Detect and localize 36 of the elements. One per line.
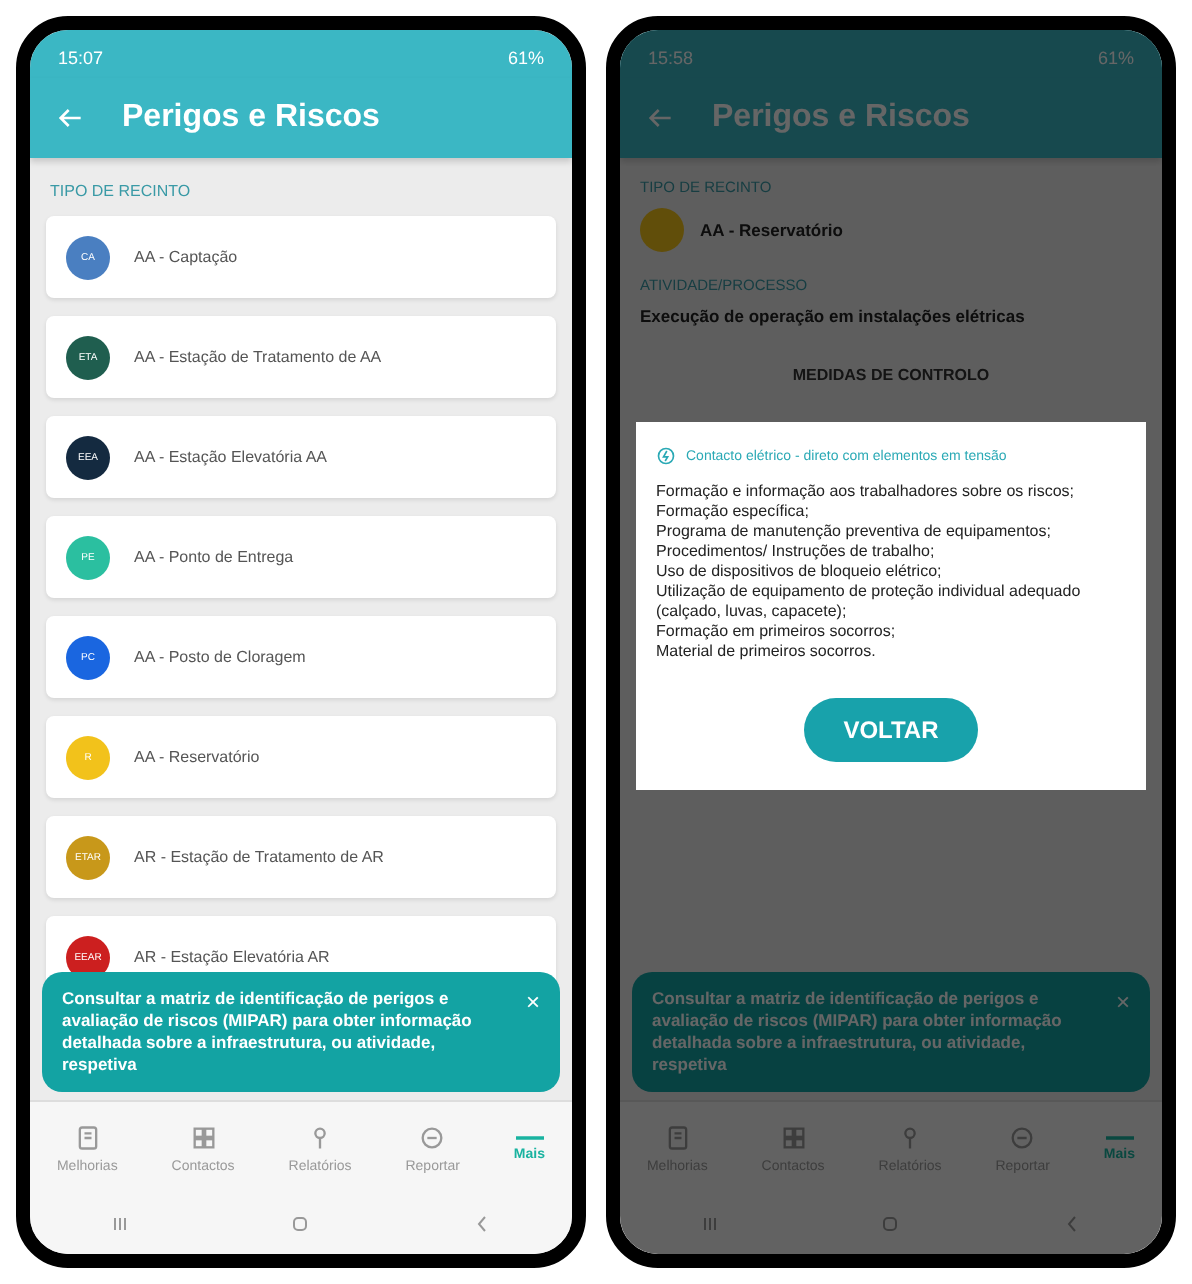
dialog-text-line: Uso de dispositivos de bloqueio elétrico; (656, 562, 944, 582)
dialog-text-line: Utilização de equipamento de proteção individual adequado (calçado, luvas, capacete); (656, 582, 1083, 622)
grid-icon (189, 1123, 218, 1151)
field-value: AA - Reservatório (700, 220, 843, 240)
status-time: 15:58 (648, 48, 694, 68)
banner-text: Consultar a matriz de identificação de perigos e avaliação de riscos (MIPAR) para obter informação detalhada sobre a infraestrutura, ou atividade, respetiva (652, 987, 1064, 1076)
bolt-icon (656, 446, 676, 466)
document-icon (663, 1123, 692, 1151)
dialog-text-line: Formação específica; (656, 502, 811, 522)
screen-title: Perigos e Riscos (122, 100, 380, 136)
item-label: AA - Captação (134, 248, 238, 266)
item-label: AA - Posto de Cloragem (134, 648, 306, 666)
screen-title: Perigos e Riscos (712, 100, 970, 136)
document-icon (73, 1123, 102, 1151)
item-label: AA - Reservatório (134, 748, 260, 766)
status-time: 15:07 (58, 48, 104, 68)
grid-icon (779, 1123, 808, 1151)
battery-level: 61% (507, 48, 544, 68)
dialog-text-line: Programa de manutenção preventiva de equipamentos; (656, 522, 1053, 542)
section-label: TIPO DE RECINTO (48, 180, 193, 204)
close-button[interactable]: × (1115, 987, 1130, 1016)
dialog-text-line: Formação em primeiros socorros; (656, 622, 898, 642)
battery-level: 61% (1097, 48, 1134, 68)
item-label: AR - Estação de Tratamento de AR (134, 848, 384, 866)
item-label: AA - Estação de Tratamento de AA (134, 348, 382, 366)
item-label: AA - Estação Elevatória AA (134, 448, 327, 466)
item-label: AR - Estação Elevatória AR (134, 948, 330, 966)
field-value: Execução de operação em instalações elétricas (640, 306, 1025, 326)
item-label: AA - Ponto de Entrega (134, 548, 294, 566)
section-title: MEDIDAS DE CONTROLO (790, 364, 992, 388)
dialog-text-line: Formação e informação aos trabalhadores sobre os riscos; (656, 482, 1076, 502)
dialog-text-line: Material de primeiros socorros. (656, 642, 878, 662)
home-icon[interactable] (288, 1212, 313, 1236)
back-button[interactable]: VOLTAR (803, 698, 979, 762)
dialog-text-line: Procedimentos/ Instruções de trabalho; (656, 542, 937, 562)
home-icon[interactable] (878, 1212, 903, 1236)
